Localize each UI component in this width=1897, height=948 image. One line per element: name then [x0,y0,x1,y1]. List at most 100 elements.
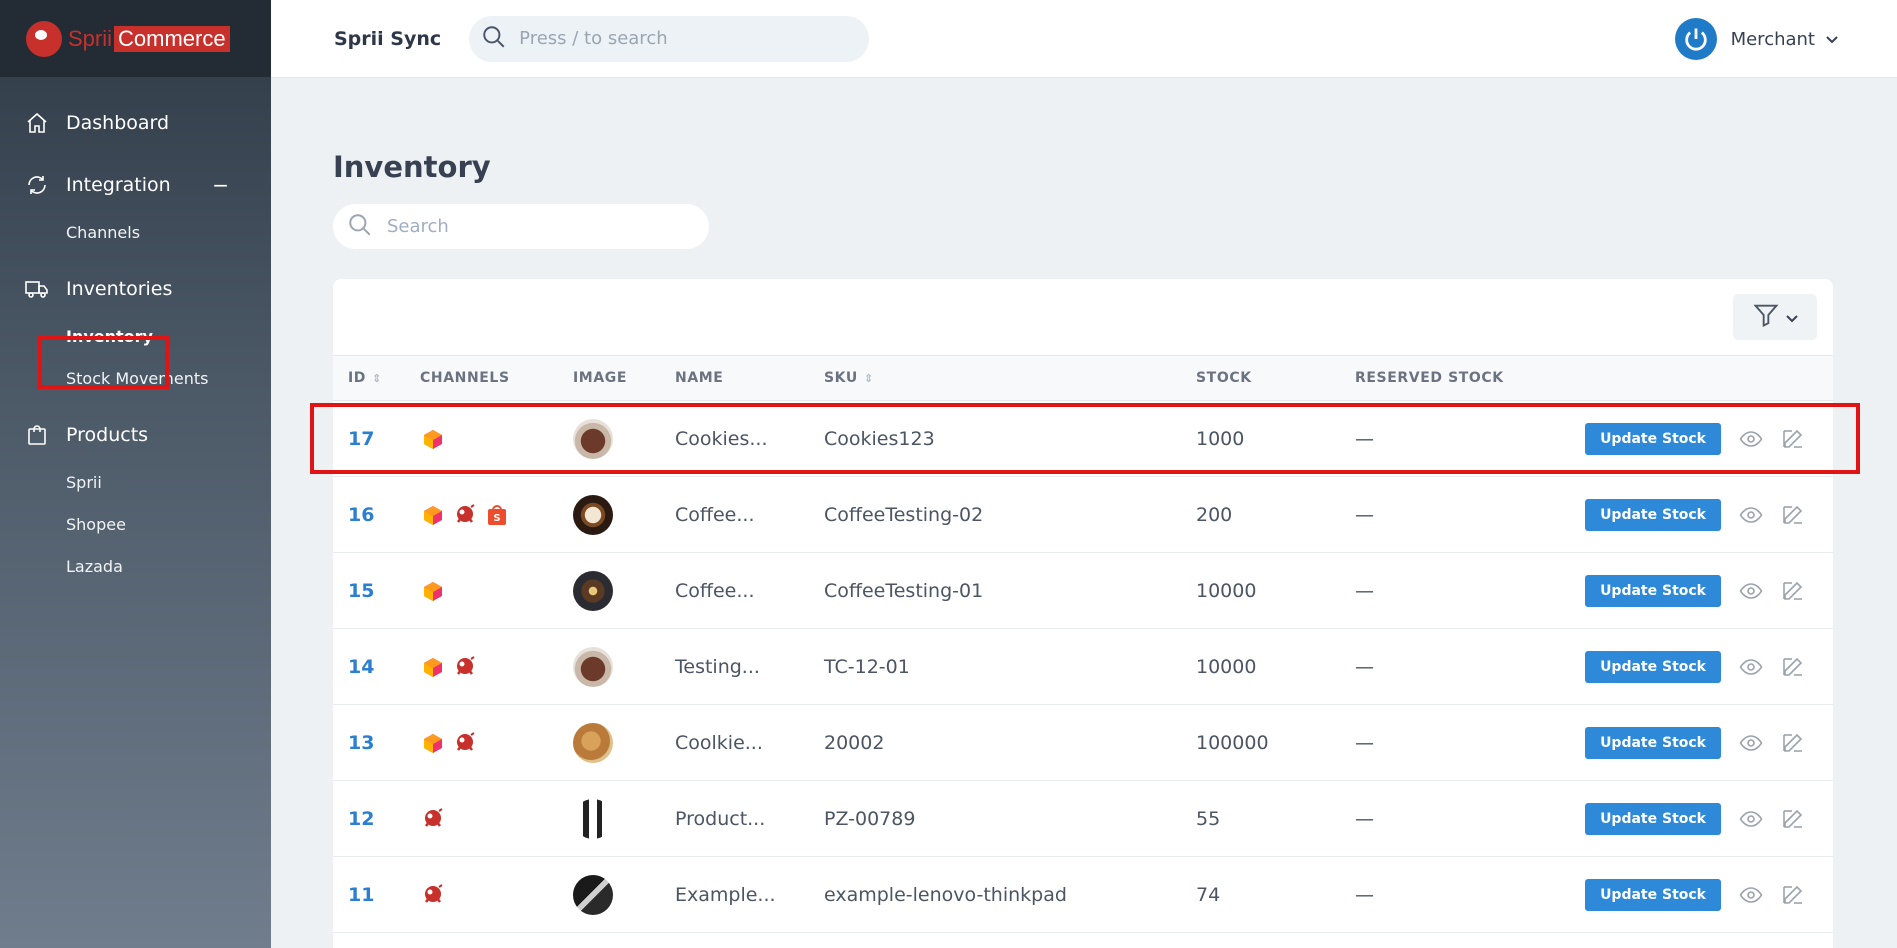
column-header-sku[interactable]: SKU ⇕ [824,356,1196,401]
eye-icon[interactable] [1739,655,1763,679]
highlight-box-row-17 [310,403,1860,474]
update-stock-button[interactable]: Update Stock [1585,574,1721,607]
sprii-channel-icon [452,731,484,753]
row-channels [420,781,573,857]
brand-name-part2: Commerce [114,25,230,52]
sidebar-item-products[interactable]: Products [0,409,271,461]
sidebar-item-inventories[interactable]: Inventories [0,263,271,315]
sidebar-item-label: Integration [66,174,171,196]
table-row[interactable]: 14 Testing... TC-12-01 10000 — Update St… [333,629,1833,705]
sidebar-item-sprii[interactable]: Sprii [0,461,271,503]
chevron-down-icon [1825,29,1839,50]
column-header-stock: STOCK [1196,370,1252,386]
edit-icon[interactable] [1781,503,1805,527]
inventory-search-input[interactable] [387,216,687,237]
column-header-image: IMAGE [573,370,628,386]
product-thumbnail [573,874,613,915]
collapse-toggle[interactable]: − [212,173,229,197]
sprii-channel-icon [420,807,452,829]
eye-icon[interactable] [1739,731,1763,755]
update-stock-button[interactable]: Update Stock [1585,878,1721,911]
row-name: Example... [675,883,776,906]
row-id-link[interactable]: 15 [333,553,420,629]
sprii-logo-icon [26,20,62,57]
shopping-bag-icon [24,422,50,448]
column-header-channels: CHANNELS [420,370,510,386]
sort-icon: ⇕ [372,371,382,385]
table-toolbar [333,279,1833,355]
eye-icon[interactable] [1739,579,1763,603]
refresh-icon [24,172,50,198]
row-image [573,553,675,629]
product-thumbnail [573,646,613,687]
row-channels [420,629,573,705]
row-actions: Update Stock [1545,629,1833,705]
topbar: Sprii Sync Merchant [271,0,1897,78]
table-row[interactable]: 11 Example... example-lenovo-thinkpad 74… [333,857,1833,933]
row-sku: PZ-00789 [824,807,916,830]
sidebar-item-integration[interactable]: Integration − [0,159,271,211]
row-sku: CoffeeTesting-01 [824,579,984,602]
row-id-link[interactable]: 14 [333,629,420,705]
table-row[interactable]: 15 Coffee... CoffeeTesting-01 10000 — Up… [333,553,1833,629]
row-id-link[interactable]: 13 [333,705,420,781]
inventory-search[interactable] [333,204,709,249]
column-header-id[interactable]: ID ⇕ [333,356,420,401]
row-id-link[interactable]: 16 [333,477,420,553]
edit-icon[interactable] [1781,731,1805,755]
row-image [573,705,675,781]
edit-icon[interactable] [1781,655,1805,679]
edit-icon[interactable] [1781,579,1805,603]
lazada-channel-icon [420,655,452,677]
column-header-name: NAME [675,370,724,386]
row-reserved-stock: — [1355,579,1374,602]
row-channels [420,857,573,933]
sprii-channel-icon [420,883,452,905]
lazada-channel-icon [420,579,452,601]
sidebar: Sprii Commerce Dashboard Integration − C… [0,0,271,948]
row-image [573,629,675,705]
row-stock: 200 [1196,503,1233,526]
update-stock-button[interactable]: Update Stock [1585,650,1721,683]
row-stock: 10000 [1196,579,1257,602]
update-stock-button[interactable]: Update Stock [1585,498,1721,531]
row-id-link[interactable]: 11 [333,857,420,933]
app-name: Sprii Sync [334,27,442,50]
eye-icon[interactable] [1739,807,1763,831]
table-row[interactable]: 13 Coolkie... 20002 100000 — Update Stoc… [333,705,1833,781]
row-id-link[interactable]: 12 [333,781,420,857]
global-search-input[interactable] [519,28,850,49]
power-icon [1674,18,1717,60]
row-reserved-stock: — [1355,807,1374,830]
global-search[interactable] [469,15,870,62]
row-sku: example-lenovo-thinkpad [824,883,1067,906]
filter-button[interactable] [1733,294,1817,340]
sprii-channel-icon [452,503,484,525]
row-stock: 55 [1196,807,1221,830]
table-row[interactable]: 12 Product... PZ-00789 55 — Update Stock [333,781,1833,857]
sidebar-item-shopee[interactable]: Shopee [0,503,271,545]
brand-name-part1: Sprii [68,25,113,51]
chevron-down-icon [1786,308,1798,327]
sidebar-item-dashboard[interactable]: Dashboard [0,97,271,149]
brand-logo[interactable]: Sprii Commerce [0,0,271,77]
product-thumbnail [573,722,613,763]
eye-icon[interactable] [1739,503,1763,527]
column-header-actions [1545,356,1833,401]
sidebar-item-lazada[interactable]: Lazada [0,545,271,587]
row-reserved-stock: — [1355,883,1374,906]
eye-icon[interactable] [1739,883,1763,907]
table-row[interactable]: 16 S Coffee... CoffeeTesting-02 200 — Up… [333,477,1833,553]
row-name: Product... [675,807,766,830]
sidebar-item-label: Dashboard [66,112,170,134]
edit-icon[interactable] [1781,807,1805,831]
sidebar-item-channels[interactable]: Channels [0,211,271,253]
search-icon [347,212,373,242]
update-stock-button[interactable]: Update Stock [1585,726,1721,759]
sprii-channel-icon [452,655,484,677]
product-thumbnail [573,798,613,839]
edit-icon[interactable] [1781,883,1805,907]
user-menu[interactable]: Merchant [1674,18,1839,60]
table-header-row: ID ⇕ CHANNELS IMAGE NAME SKU ⇕ STOCK RESER… [333,355,1833,401]
update-stock-button[interactable]: Update Stock [1585,802,1721,835]
